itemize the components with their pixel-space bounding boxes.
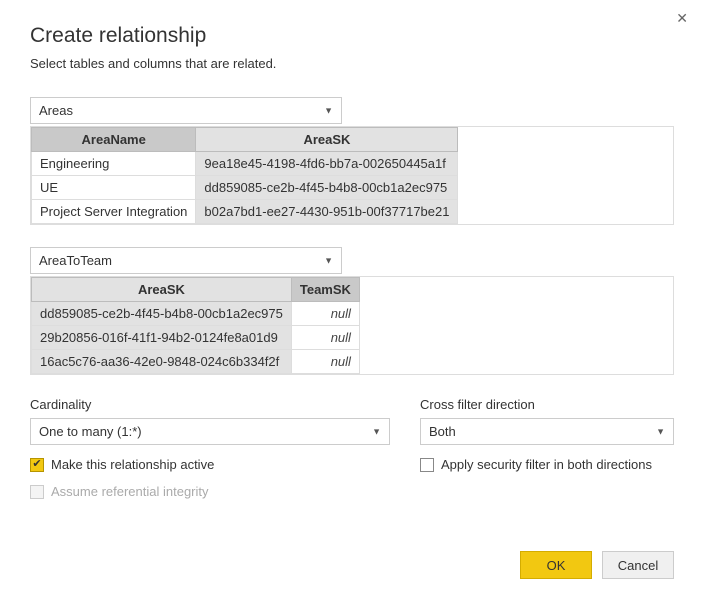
active-checkbox-row[interactable]: ✔ Make this relationship active — [30, 457, 390, 472]
column-header[interactable]: AreaSK — [196, 128, 458, 152]
cardinality-select[interactable]: One to many (1:*) ▼ — [30, 418, 390, 445]
table2-select[interactable]: AreaToTeam ▼ — [30, 247, 342, 274]
crossfilter-label: Cross filter direction — [420, 397, 674, 412]
table-row[interactable]: Engineering9ea18e45-4198-4fd6-bb7a-00265… — [32, 152, 458, 176]
table-cell: null — [291, 350, 359, 374]
integrity-checkbox-row: Assume referential integrity — [30, 484, 390, 499]
table2-select-value: AreaToTeam — [39, 253, 112, 268]
column-header[interactable]: AreaSK — [32, 278, 292, 302]
security-checkbox-label: Apply security filter in both directions — [441, 457, 652, 472]
table-cell: null — [291, 326, 359, 350]
table-cell: 9ea18e45-4198-4fd6-bb7a-002650445a1f — [196, 152, 458, 176]
table1-preview: AreaNameAreaSKEngineering9ea18e45-4198-4… — [30, 126, 674, 225]
table-row[interactable]: 29b20856-016f-41f1-94b2-0124fe8a01d9null — [32, 326, 360, 350]
table-cell: 16ac5c76-aa36-42e0-9848-024c6b334f2f — [32, 350, 292, 374]
table-row[interactable]: Project Server Integrationb02a7bd1-ee27-… — [32, 200, 458, 224]
table-cell: b02a7bd1-ee27-4430-951b-00f37717be21 — [196, 200, 458, 224]
checkbox-unchecked-icon — [420, 458, 434, 472]
table-row[interactable]: dd859085-ce2b-4f45-b4b8-00cb1a2ec975null — [32, 302, 360, 326]
integrity-checkbox-label: Assume referential integrity — [51, 484, 209, 499]
active-checkbox-label: Make this relationship active — [51, 457, 214, 472]
cardinality-value: One to many (1:*) — [39, 424, 142, 439]
ok-button[interactable]: OK — [520, 551, 592, 579]
chevron-down-icon: ▼ — [656, 419, 665, 444]
crossfilter-value: Both — [429, 424, 456, 439]
table2-preview: AreaSKTeamSKdd859085-ce2b-4f45-b4b8-00cb… — [30, 276, 674, 375]
chevron-down-icon: ▼ — [372, 419, 381, 444]
close-icon[interactable]: ✕ — [676, 10, 688, 27]
column-header[interactable]: TeamSK — [291, 278, 359, 302]
cardinality-label: Cardinality — [30, 397, 390, 412]
table-cell: dd859085-ce2b-4f45-b4b8-00cb1a2ec975 — [32, 302, 292, 326]
table1-select[interactable]: Areas ▼ — [30, 97, 342, 124]
column-header[interactable]: AreaName — [32, 128, 196, 152]
dialog-title: Create relationship — [30, 24, 674, 48]
table-cell: dd859085-ce2b-4f45-b4b8-00cb1a2ec975 — [196, 176, 458, 200]
table1-select-value: Areas — [39, 103, 73, 118]
chevron-down-icon: ▼ — [324, 98, 333, 123]
dialog-subtitle: Select tables and columns that are relat… — [30, 56, 674, 71]
table-row[interactable]: 16ac5c76-aa36-42e0-9848-024c6b334f2fnull — [32, 350, 360, 374]
table-cell: 29b20856-016f-41f1-94b2-0124fe8a01d9 — [32, 326, 292, 350]
table-cell: Engineering — [32, 152, 196, 176]
checkbox-checked-icon: ✔ — [30, 458, 44, 472]
table-cell: UE — [32, 176, 196, 200]
cancel-button[interactable]: Cancel — [602, 551, 674, 579]
table-cell: Project Server Integration — [32, 200, 196, 224]
table-row[interactable]: UEdd859085-ce2b-4f45-b4b8-00cb1a2ec975 — [32, 176, 458, 200]
chevron-down-icon: ▼ — [324, 248, 333, 273]
table-cell: null — [291, 302, 359, 326]
crossfilter-select[interactable]: Both ▼ — [420, 418, 674, 445]
security-checkbox-row[interactable]: Apply security filter in both directions — [420, 457, 674, 472]
checkbox-disabled-icon — [30, 485, 44, 499]
